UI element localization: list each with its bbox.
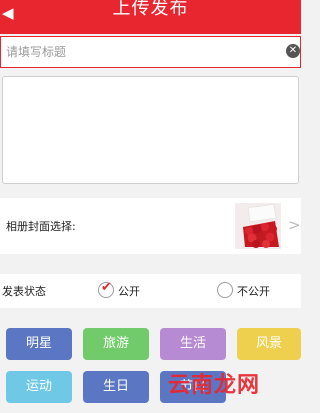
tag-button[interactable]: 明星 — [6, 328, 72, 360]
tag-button[interactable]: 运动 — [6, 371, 72, 403]
radio-private-label: 不公开 — [237, 285, 270, 298]
content-input[interactable] — [2, 76, 299, 184]
header-bar: ◀ 上传发布 — [0, 0, 301, 30]
title-field: ✕ — [0, 36, 301, 68]
close-icon[interactable]: ✕ — [286, 44, 300, 58]
cover-selector[interactable]: 相册封面选择: > — [0, 198, 301, 254]
cover-label: 相册封面选择: — [6, 220, 76, 233]
tag-button[interactable]: 生活 — [160, 328, 226, 360]
cover-thumbnail[interactable] — [235, 203, 281, 249]
radio-private[interactable] — [217, 282, 233, 298]
header-divider — [0, 30, 301, 34]
status-label: 发表状态 — [2, 285, 46, 298]
tag-button[interactable]: 旅游 — [83, 328, 149, 360]
chevron-right-icon[interactable]: > — [288, 216, 301, 234]
checkmark-icon: ✔ — [101, 280, 112, 295]
radio-public-label: 公开 — [118, 285, 140, 298]
page-title: 上传发布 — [112, 0, 189, 19]
rose-bouquet-image — [235, 203, 281, 249]
tag-button[interactable]: 生日 — [83, 371, 149, 403]
watermark: 云南龙网 — [168, 373, 261, 398]
title-input[interactable] — [6, 41, 266, 63]
radio-public[interactable]: ✔ — [98, 280, 114, 298]
publish-status-row: 发表状态 ✔ 公开 不公开 — [0, 274, 301, 308]
tag-button[interactable]: 风景 — [237, 328, 301, 360]
